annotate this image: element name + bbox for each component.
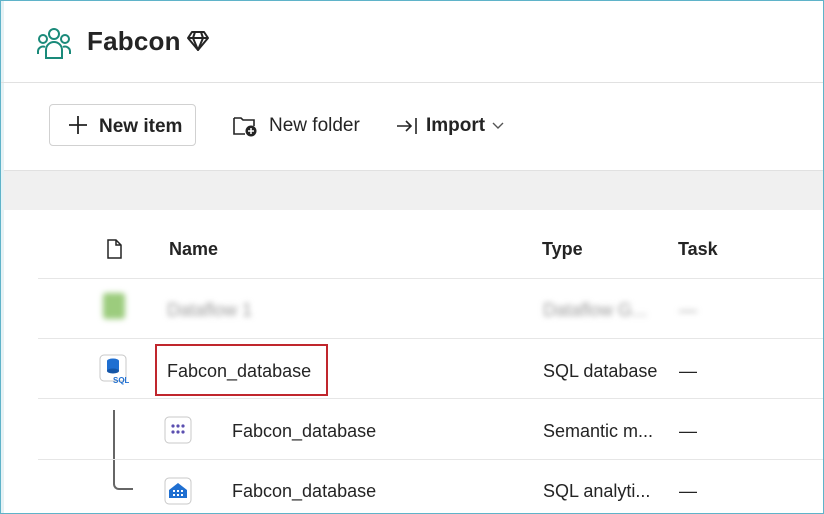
new-folder-label: New folder xyxy=(269,115,360,136)
row-task: — xyxy=(679,300,697,320)
semantic-model-icon xyxy=(164,416,192,444)
row-divider xyxy=(38,278,824,279)
column-header-type[interactable]: Type xyxy=(542,239,583,260)
workspace-title: Fabcon xyxy=(87,26,181,56)
row-divider xyxy=(38,338,824,339)
plus-icon xyxy=(69,116,87,134)
import-label: Import xyxy=(426,115,486,136)
import-icon xyxy=(397,118,417,134)
row-type: SQL analyti... xyxy=(543,481,651,501)
column-header-name[interactable]: Name xyxy=(169,239,218,260)
row-divider xyxy=(38,459,824,460)
dataflow-icon xyxy=(103,293,125,319)
column-header-task[interactable]: Task xyxy=(678,239,718,260)
workspace-header: Fabcon xyxy=(0,0,824,83)
premium-diamond-icon xyxy=(187,31,209,51)
sql-database-icon: SQL xyxy=(99,354,129,385)
row-task: — xyxy=(679,421,697,441)
tree-connector xyxy=(113,410,133,490)
new-folder-icon xyxy=(233,117,257,137)
row-task: — xyxy=(679,481,697,501)
new-item-label: New item xyxy=(99,116,183,137)
row-name[interactable]: Fabcon_database xyxy=(232,421,376,442)
row-type: Dataflow G... xyxy=(543,300,648,320)
row-name[interactable]: Dataflow 1 xyxy=(167,300,252,321)
filter-bar xyxy=(4,170,824,210)
sql-analytics-endpoint-icon xyxy=(164,477,192,505)
chevron-down-icon xyxy=(492,122,504,129)
row-type: SQL database xyxy=(543,361,658,381)
row-task: — xyxy=(679,361,697,381)
highlight-box xyxy=(155,344,328,396)
svg-text:SQL: SQL xyxy=(113,376,129,385)
workspace-icon xyxy=(37,28,71,59)
row-divider xyxy=(38,398,824,399)
file-type-icon xyxy=(107,239,122,259)
row-name[interactable]: Fabcon_database xyxy=(232,481,376,502)
row-type: Semantic m... xyxy=(543,421,654,441)
new-item-button[interactable]: New item xyxy=(49,104,196,146)
